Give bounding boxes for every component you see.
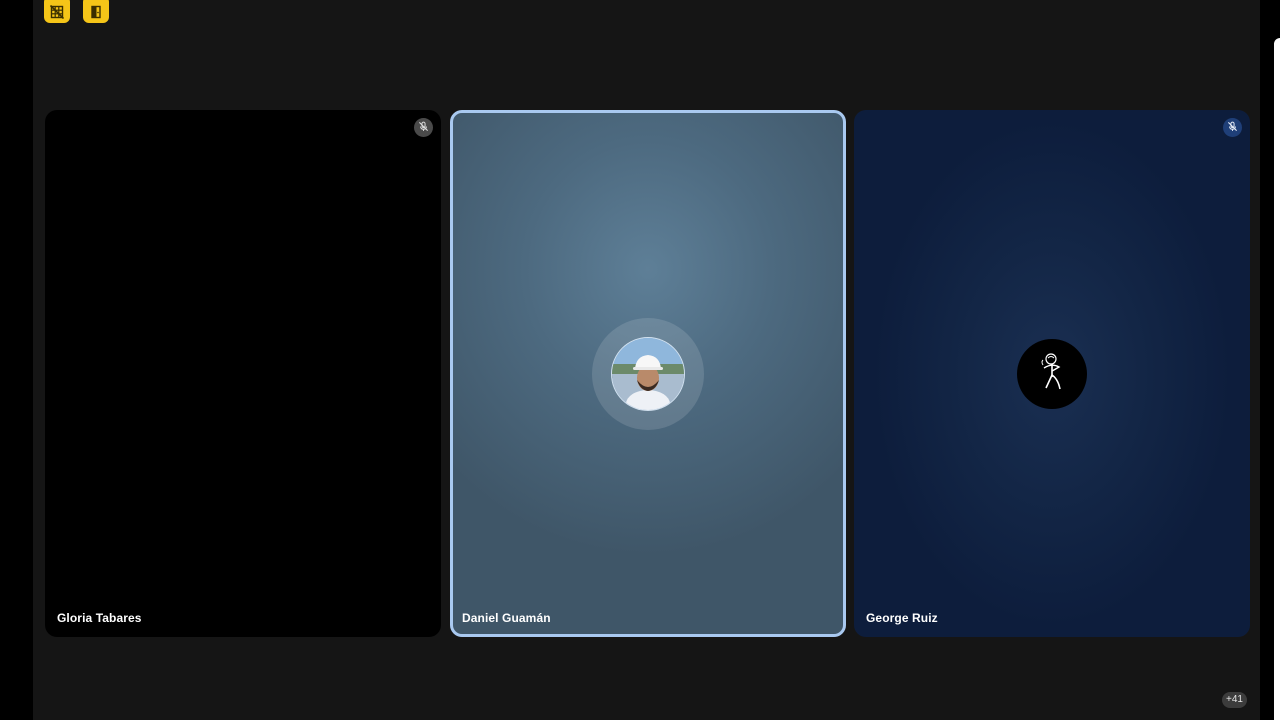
active-speaker-tile[interactable]: Daniel Guamán <box>450 110 846 637</box>
hide-tiles-button[interactable] <box>44 0 70 23</box>
mic-off-icon <box>1227 119 1238 137</box>
avatar <box>1017 338 1087 409</box>
participant-tile[interactable]: Gloria Tabares <box>45 110 441 637</box>
participant-name: Gloria Tabares <box>57 611 142 625</box>
side-panel-edge[interactable] <box>1274 38 1280 720</box>
participant-tile[interactable]: George Ruiz <box>854 110 1250 637</box>
logo-icon <box>1032 349 1072 398</box>
muted-indicator <box>1223 118 1242 137</box>
leave-room-button[interactable] <box>83 0 109 23</box>
avatar <box>611 336 685 411</box>
left-side-bar <box>0 0 33 720</box>
meeting-stage: Gloria Tabares Daniel Guamán George Ruiz… <box>0 0 1280 720</box>
muted-indicator <box>414 118 433 137</box>
more-participants-badge[interactable]: +41 <box>1222 692 1247 708</box>
speaking-indicator <box>592 317 704 430</box>
door-exit-icon <box>89 5 103 19</box>
mic-off-icon <box>418 119 429 137</box>
participant-name: George Ruiz <box>866 611 938 625</box>
participant-name: Daniel Guamán <box>462 611 551 625</box>
grid-off-icon <box>50 4 64 19</box>
